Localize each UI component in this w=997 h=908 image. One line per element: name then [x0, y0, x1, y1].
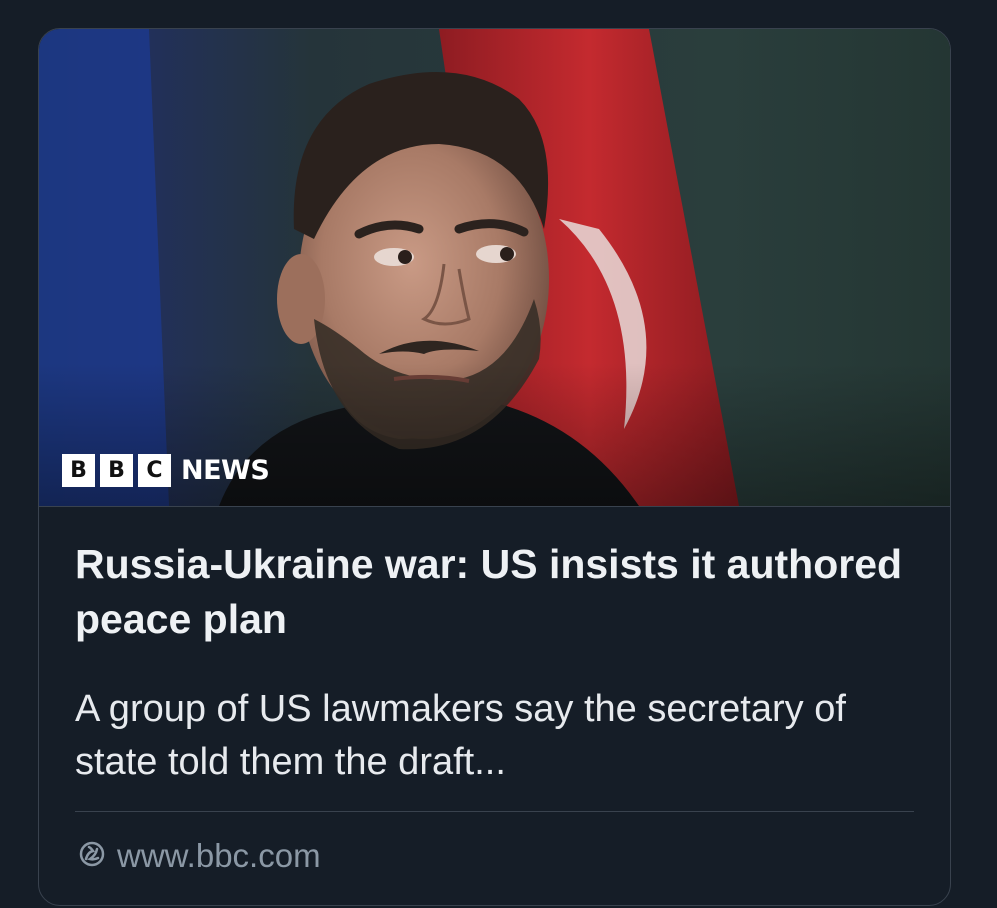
- bbc-logo-letter: C: [138, 454, 171, 487]
- bbc-news-logo: B B C NEWS: [62, 454, 270, 487]
- bbc-logo-word: NEWS: [181, 455, 270, 486]
- bbc-logo-letter: B: [62, 454, 95, 487]
- bbc-logo-letter: B: [100, 454, 133, 487]
- link-globe-icon: [77, 839, 107, 874]
- article-photo: [39, 29, 950, 506]
- source-domain: www.bbc.com: [117, 837, 321, 874]
- article-image[interactable]: B B C NEWS: [39, 29, 950, 506]
- footer-divider: [75, 811, 914, 812]
- article-description: A group of US lawmakers say the secretar…: [75, 688, 846, 783]
- article-headline[interactable]: Russia-Ukraine war: US insists it author…: [75, 537, 925, 647]
- source-link[interactable]: www.bbc.com: [77, 837, 321, 875]
- image-divider: [39, 506, 950, 507]
- link-preview-card[interactable]: B B C NEWS Russia-Ukraine war: US insist…: [38, 28, 951, 906]
